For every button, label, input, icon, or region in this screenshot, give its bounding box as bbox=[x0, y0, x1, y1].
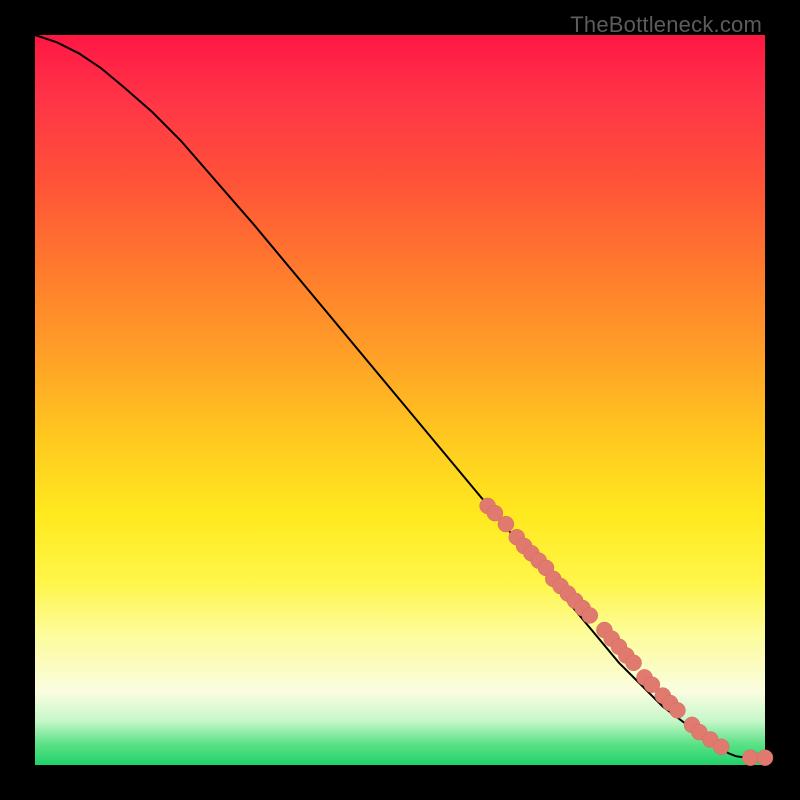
trend-curve bbox=[35, 35, 765, 758]
data-points-group bbox=[480, 498, 773, 766]
chart-overlay-svg bbox=[35, 35, 765, 765]
data-point bbox=[498, 516, 514, 532]
data-point bbox=[669, 702, 685, 718]
chart-frame: TheBottleneck.com bbox=[0, 0, 800, 800]
data-point bbox=[757, 750, 773, 766]
data-point bbox=[626, 655, 642, 671]
data-point bbox=[713, 739, 729, 755]
data-point bbox=[582, 607, 598, 623]
data-point bbox=[742, 750, 758, 766]
